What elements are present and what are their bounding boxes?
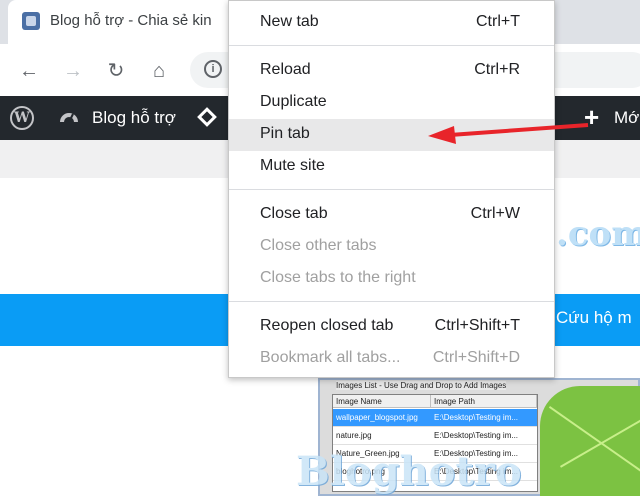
menu-separator: [229, 189, 554, 190]
info-icon[interactable]: i: [204, 60, 222, 78]
site-watermark: .com: [556, 214, 640, 254]
image-path-cell: E:\Desktop\Testing im...: [434, 431, 519, 440]
menu-separator: [229, 301, 554, 302]
menu-item-mute-site[interactable]: Mute site: [229, 151, 554, 183]
favicon-icon: [22, 12, 40, 30]
menu-item-label: New tab: [260, 13, 319, 30]
menu-item-label: Reopen closed tab: [260, 317, 394, 334]
image-path-cell: E:\Desktop\Testing im...: [434, 413, 519, 422]
menu-item-label: Mute site: [260, 157, 325, 174]
image-name-cell: nature.jpg: [336, 431, 372, 440]
menu-item-shortcut: Ctrl+T: [476, 13, 520, 30]
menu-item-close-other-tabs[interactable]: Close other tabs: [229, 231, 554, 263]
menu-item-close-tab[interactable]: Close tab Ctrl+W: [229, 199, 554, 231]
back-icon[interactable]: ←: [16, 58, 42, 84]
menu-item-shortcut: Ctrl+W: [470, 205, 520, 222]
menu-item-label: Duplicate: [260, 93, 327, 110]
menu-separator: [229, 45, 554, 46]
bottom-watermark: Bloghotro: [296, 448, 522, 495]
menu-item-label: Close tab: [260, 205, 328, 222]
menu-item-reopen-closed-tab[interactable]: Reopen closed tab Ctrl+Shift+T: [229, 311, 554, 343]
wordpress-logo-icon[interactable]: W: [10, 106, 34, 130]
reload-icon[interactable]: ↻: [103, 58, 129, 84]
menu-item-new-tab[interactable]: New tab Ctrl+T: [229, 7, 554, 39]
menu-item-shortcut: Ctrl+Shift+T: [434, 317, 520, 334]
tab-title: Blog hỗ trợ - Chia sẻ kin: [50, 12, 212, 29]
menu-item-shortcut: Ctrl+R: [474, 61, 520, 78]
home-icon[interactable]: ⌂: [146, 58, 172, 84]
admin-bar-site-name[interactable]: Blog hỗ trợ: [92, 108, 176, 128]
column-header: Image Name: [333, 395, 431, 408]
image-name-cell: wallpaper_blogspot.jpg: [336, 413, 418, 422]
column-header: Image Path: [431, 395, 537, 408]
leaf-image: [540, 386, 640, 496]
menu-item-label: Close tabs to the right: [260, 269, 416, 286]
menu-item-label: Pin tab: [260, 125, 310, 142]
menu-item-shortcut: Ctrl+Shift+D: [432, 349, 520, 366]
menu-item-label: Bookmark all tabs...: [260, 349, 401, 366]
embedded-title: Images List - Use Drag and Drop to Add I…: [336, 381, 507, 390]
menu-item-label: Close other tabs: [260, 237, 377, 254]
menu-item-label: Reload: [260, 61, 311, 78]
dashboard-icon[interactable]: [58, 106, 80, 128]
forward-icon[interactable]: →: [60, 58, 86, 84]
menu-item-bookmark-all-tabs[interactable]: Bookmark all tabs... Ctrl+Shift+D: [229, 343, 554, 375]
blue-banner-text[interactable]: Cứu hộ m: [556, 308, 632, 328]
table-row: nature.jpg E:\Desktop\Testing im...: [333, 427, 537, 445]
red-arrow-icon: [428, 123, 589, 144]
menu-item-reload[interactable]: Reload Ctrl+R: [229, 55, 554, 87]
table-row: wallpaper_blogspot.jpg E:\Desktop\Testin…: [333, 409, 537, 427]
admin-bar-new[interactable]: Mới: [614, 108, 640, 128]
tab-context-menu: New tab Ctrl+T Reload Ctrl+R Duplicate P…: [228, 0, 555, 378]
menu-item-close-tabs-right[interactable]: Close tabs to the right: [229, 263, 554, 295]
